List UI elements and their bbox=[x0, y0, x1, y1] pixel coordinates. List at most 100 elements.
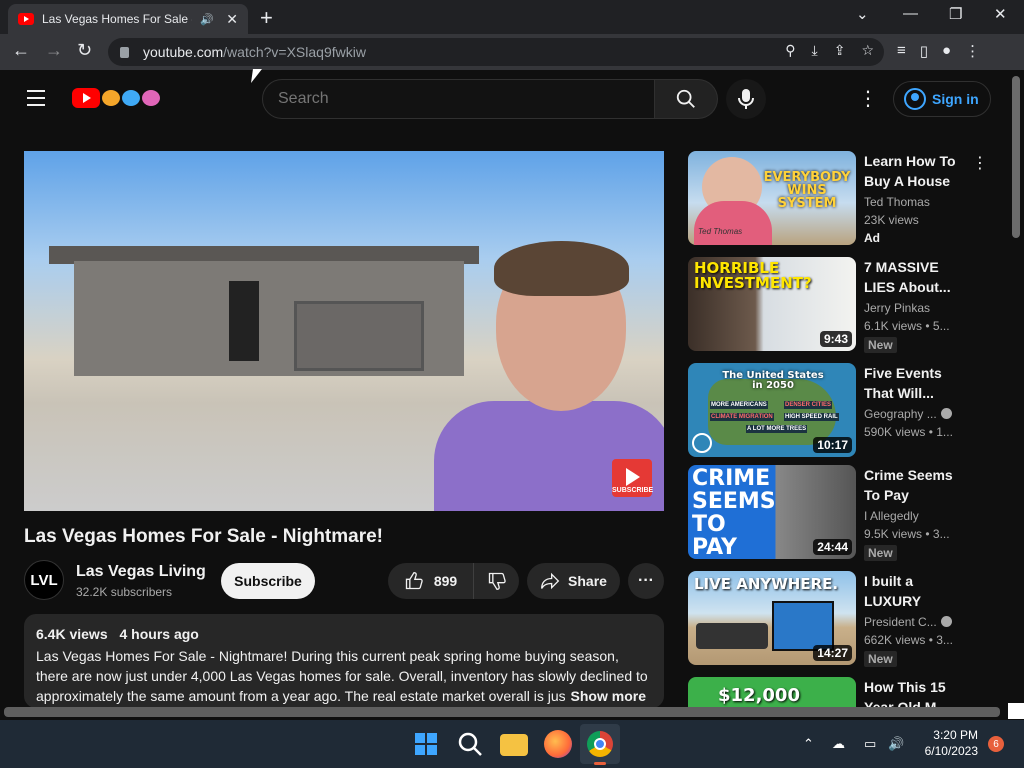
clock-time: 3:20 PM bbox=[933, 728, 978, 742]
search-input[interactable] bbox=[262, 79, 656, 119]
close-window-button[interactable]: ✕ bbox=[994, 5, 1007, 23]
video-thumbnail[interactable]: HORRIBLE INVESTMENT? 9:43 bbox=[688, 257, 856, 351]
tab-search-icon[interactable]: ⌄ bbox=[856, 5, 869, 23]
menu-icon[interactable] bbox=[27, 90, 45, 111]
url-domain: youtube.com bbox=[143, 44, 224, 60]
media-control-icon[interactable]: ≡ bbox=[897, 42, 906, 60]
recommendation-channel[interactable]: Jerry Pinkas bbox=[864, 301, 930, 315]
vertical-scrollbar[interactable] bbox=[1012, 76, 1020, 238]
chrome-taskbar-button[interactable] bbox=[580, 724, 620, 765]
youtube-logo[interactable] bbox=[72, 88, 160, 108]
sign-in-button[interactable]: Sign in bbox=[893, 81, 991, 117]
view-count: 6.4K views bbox=[36, 626, 108, 642]
doodle-icon bbox=[102, 90, 120, 106]
settings-more-icon[interactable]: ⋮ bbox=[858, 86, 878, 111]
profile-icon[interactable]: ● bbox=[942, 42, 951, 60]
system-clock[interactable]: 3:20 PM 6/10/2023 bbox=[916, 727, 978, 759]
recommendation-title[interactable]: 7 MASSIVE LIES About... bbox=[864, 257, 964, 297]
bookmark-star-icon[interactable]: ☆ bbox=[861, 42, 874, 59]
recommendation-channel[interactable]: Geography ... bbox=[864, 407, 952, 421]
youtube-play-icon bbox=[72, 88, 100, 108]
speaker-icon[interactable]: 🔊 bbox=[200, 13, 214, 26]
minimize-button[interactable]: — bbox=[903, 5, 918, 22]
thumbnail-text: CRIME SEEMS TO PAY bbox=[692, 466, 776, 559]
channel-avatar[interactable]: LVL bbox=[24, 560, 64, 600]
video-thumbnail[interactable]: LIVE ANYWHERE. 14:27 bbox=[688, 571, 856, 665]
windows-start-icon[interactable] bbox=[412, 730, 440, 758]
chrome-menu-icon[interactable]: ⋮ bbox=[965, 42, 980, 60]
close-tab-icon[interactable]: ✕ bbox=[226, 11, 238, 28]
account-icon bbox=[904, 88, 926, 110]
video-duration: 14:27 bbox=[813, 645, 852, 661]
recommendation-item[interactable]: LIVE ANYWHERE. 14:27 I built a LUXURY mi… bbox=[688, 571, 988, 667]
video-thumbnail[interactable]: CRIME SEEMS TO PAY 24:44 bbox=[688, 465, 856, 559]
like-count: 899 bbox=[433, 573, 458, 589]
thumbnail-text: $12,000 bbox=[718, 685, 800, 706]
notification-badge[interactable]: 6 bbox=[988, 736, 1004, 752]
recommendation-item[interactable]: EVERYBODY WINS SYSTEM Ted Thomas Learn H… bbox=[688, 151, 988, 247]
recommendation-item[interactable]: The United States in 2050 MORE AMERICANS… bbox=[688, 363, 988, 459]
recommendation-item[interactable]: $12,000 How This 15 Year Old M... bbox=[688, 677, 988, 707]
more-options-icon[interactable]: ⋮ bbox=[972, 153, 988, 173]
video-thumbnail[interactable]: $12,000 bbox=[688, 677, 856, 707]
recommendation-views: 662K views • 3... bbox=[864, 633, 953, 647]
back-button[interactable]: ← bbox=[12, 40, 30, 61]
forward-button[interactable]: → bbox=[45, 40, 63, 61]
volume-icon[interactable]: 🔊 bbox=[888, 736, 904, 752]
thumbs-up-icon bbox=[405, 571, 423, 590]
recommendation-title[interactable]: Five Events That Will... bbox=[864, 363, 964, 403]
like-button[interactable]: 899 bbox=[388, 563, 474, 599]
sign-in-label: Sign in bbox=[932, 91, 979, 107]
new-tab-button[interactable]: + bbox=[260, 5, 273, 31]
video-thumbnail[interactable]: The United States in 2050 MORE AMERICANS… bbox=[688, 363, 856, 457]
thumbnail-text: LIVE ANYWHERE. bbox=[694, 575, 839, 593]
browser-tab[interactable]: Las Vegas Homes For Sale - Nightmare! 🔊 … bbox=[8, 4, 248, 34]
recommendation-channel[interactable]: Ted Thomas bbox=[864, 195, 930, 209]
address-bar[interactable]: youtube.com/watch?v=XSlaq9fwkiw ⚲ ⤓ ⇪ ☆ bbox=[108, 38, 884, 66]
recommendation-title[interactable]: Crime Seems To Pay bbox=[864, 465, 964, 505]
recommendation-title[interactable]: Learn How To Buy A House ... bbox=[864, 151, 964, 191]
recommendation-item[interactable]: HORRIBLE INVESTMENT? 9:43 7 MASSIVE LIES… bbox=[688, 257, 988, 353]
recommendation-title[interactable]: How This 15 Year Old M... bbox=[864, 677, 964, 707]
doodle-icon bbox=[142, 90, 160, 106]
recommendation-views: 9.5K views • 3... bbox=[864, 527, 950, 541]
channel-name[interactable]: Las Vegas Living bbox=[76, 563, 206, 581]
restore-button[interactable]: ❐ bbox=[949, 5, 962, 23]
recommendation-channel[interactable]: I Allegedly bbox=[864, 509, 919, 523]
reload-button[interactable]: ↻ bbox=[77, 40, 92, 61]
more-actions-button[interactable]: ··· bbox=[628, 563, 664, 599]
side-panel-icon[interactable]: ▯ bbox=[920, 42, 928, 60]
dislike-button[interactable] bbox=[474, 571, 519, 591]
ad-label: Ad bbox=[864, 231, 880, 245]
search-icon[interactable] bbox=[456, 730, 484, 758]
description-box[interactable]: 6.4K views 4 hours ago Las Vegas Homes F… bbox=[24, 614, 664, 708]
search-icon[interactable]: ⚲ bbox=[785, 42, 795, 59]
video-player[interactable]: SUBSCRIBE bbox=[24, 151, 664, 511]
subscribe-watermark-label: SUBSCRIBE bbox=[612, 487, 654, 494]
thumbnail-text: EVERYBODY WINS SYSTEM bbox=[763, 170, 851, 211]
lock-icon[interactable] bbox=[120, 46, 129, 58]
share-button[interactable]: Share bbox=[527, 563, 620, 599]
firefox-icon[interactable] bbox=[544, 730, 572, 758]
recommendation-views: 6.1K views • 5... bbox=[864, 319, 950, 333]
windows-taskbar: ⌃ ☁ ▭ 🔊 3:20 PM 6/10/2023 6 bbox=[0, 720, 1024, 768]
doodle-icon bbox=[122, 90, 140, 106]
horizontal-scrollbar[interactable] bbox=[4, 707, 1000, 717]
recommendation-title[interactable]: I built a LUXURY micr... bbox=[864, 571, 964, 611]
video-thumbnail[interactable]: EVERYBODY WINS SYSTEM Ted Thomas bbox=[688, 151, 856, 245]
search-bar bbox=[262, 79, 718, 119]
subscribe-button[interactable]: Subscribe bbox=[221, 563, 315, 599]
search-button[interactable] bbox=[655, 79, 718, 119]
onedrive-icon[interactable]: ☁ bbox=[832, 736, 845, 752]
url-path: /watch?v=XSlaq9fwkiw bbox=[223, 44, 366, 60]
show-hidden-icons[interactable]: ⌃ bbox=[803, 736, 814, 752]
recommendation-channel[interactable]: President C... bbox=[864, 615, 952, 629]
file-explorer-icon[interactable] bbox=[500, 734, 528, 756]
show-more-button[interactable]: Show more bbox=[564, 688, 646, 704]
network-icon[interactable]: ▭ bbox=[864, 736, 876, 752]
voice-search-button[interactable] bbox=[726, 79, 766, 119]
install-icon[interactable]: ⤓ bbox=[812, 42, 818, 59]
recommendation-item[interactable]: CRIME SEEMS TO PAY 24:44 Crime Seems To … bbox=[688, 465, 988, 561]
share-icon[interactable]: ⇪ bbox=[834, 42, 846, 59]
url-text: youtube.com/watch?v=XSlaq9fwkiw bbox=[143, 44, 366, 60]
